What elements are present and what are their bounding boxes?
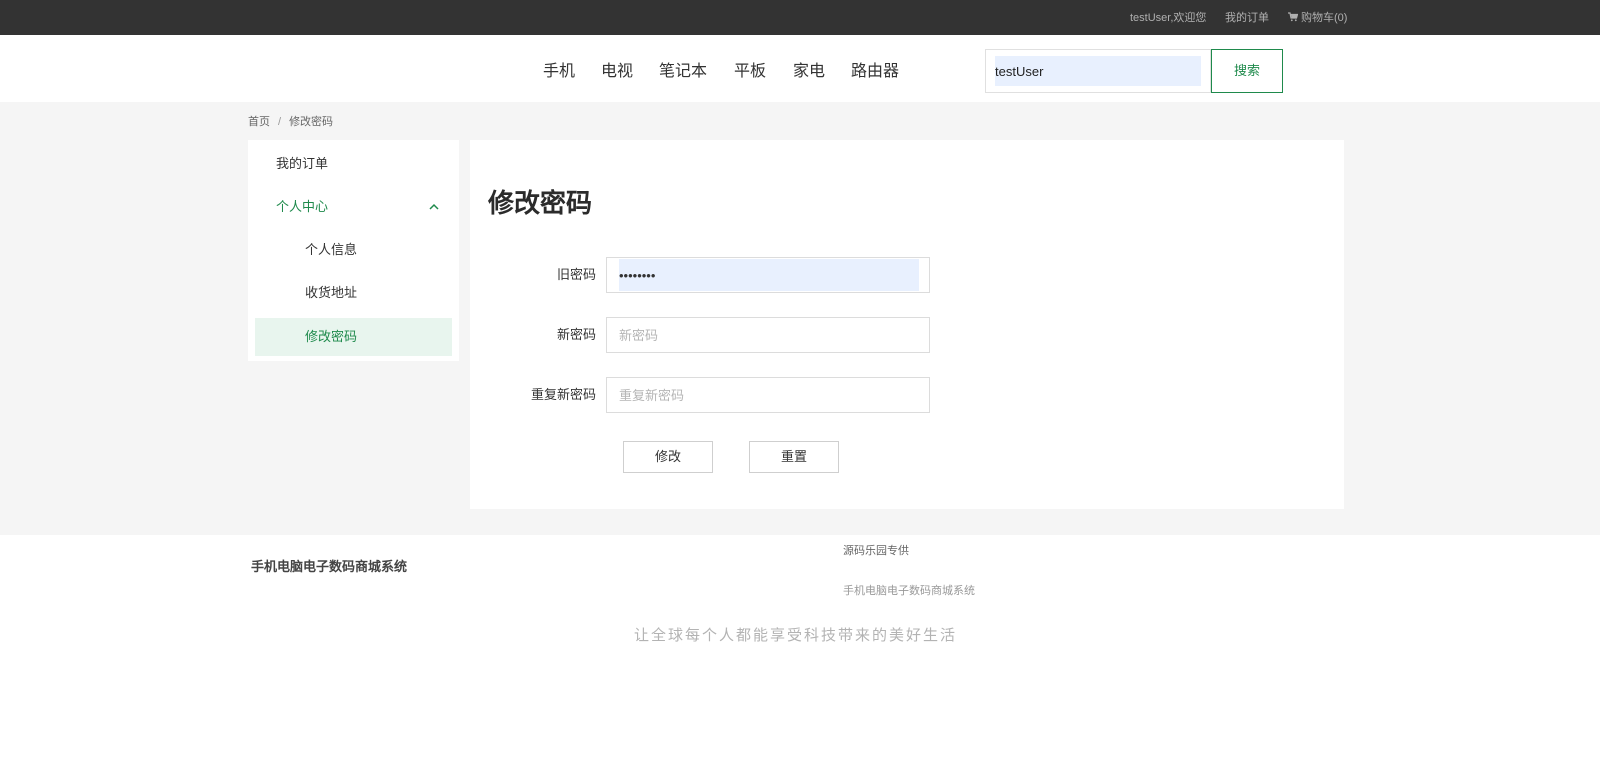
old-password-input[interactable] — [619, 259, 919, 291]
cart-link[interactable]: 购物车(0) — [1288, 11, 1347, 25]
sidebar-item-change-password[interactable]: 修改密码 — [305, 329, 357, 345]
page-title: 修改密码 — [488, 188, 593, 218]
breadcrumb-separator: / — [278, 116, 282, 128]
cart-icon — [1288, 12, 1298, 22]
breadcrumb-home[interactable]: 首页 — [248, 116, 270, 128]
sidebar-item-personal-center[interactable]: 个人中心 — [276, 199, 328, 215]
search-input[interactable] — [995, 56, 1201, 86]
footer-credit: 源码乐园专供 — [843, 545, 909, 557]
nav-item-tablet[interactable]: 平板 — [734, 62, 766, 82]
search-button[interactable]: 搜索 — [1211, 49, 1283, 93]
main-header: 手机 电视 笔记本 平板 家电 路由器 — [0, 35, 1600, 102]
submit-button[interactable]: 修改 — [623, 441, 713, 473]
new-password-label: 新密码 — [556, 327, 596, 342]
nav-item-phone[interactable]: 手机 — [543, 62, 575, 82]
nav-item-laptop[interactable]: 笔记本 — [659, 62, 707, 82]
welcome-text: testUser,欢迎您 — [1130, 12, 1207, 24]
repeat-password-label: 重复新密码 — [530, 387, 596, 402]
repeat-password-input[interactable] — [619, 379, 919, 411]
old-password-label: 旧密码 — [556, 267, 596, 282]
repeat-password-field-box — [606, 377, 930, 413]
chevron-up-icon[interactable] — [428, 202, 440, 212]
new-password-input[interactable] — [619, 319, 919, 351]
sidebar-item-orders[interactable]: 我的订单 — [276, 156, 328, 172]
footer-system-name: 手机电脑电子数码商城系统 — [843, 585, 975, 597]
reset-button[interactable]: 重置 — [749, 441, 839, 473]
cart-label: 购物车(0) — [1301, 12, 1348, 24]
new-password-field-box — [606, 317, 930, 353]
nav-item-router[interactable]: 路由器 — [851, 62, 899, 82]
breadcrumb: 首页 / 修改密码 — [248, 115, 333, 129]
nav-item-appliance[interactable]: 家电 — [793, 62, 825, 82]
breadcrumb-current: 修改密码 — [289, 116, 334, 128]
sidebar-item-profile[interactable]: 个人信息 — [305, 242, 357, 258]
footer-brand: 手机电脑电子数码商城系统 — [251, 559, 408, 574]
change-password-panel: 修改密码 旧密码 新密码 重复新密码 修改 重置 — [470, 140, 1344, 509]
nav-item-tv[interactable]: 电视 — [601, 62, 633, 82]
my-orders-link[interactable]: 我的订单 — [1225, 11, 1269, 25]
top-bar: testUser,欢迎您 我的订单 购物车(0) — [0, 0, 1600, 35]
sidebar-item-address[interactable]: 收货地址 — [305, 285, 357, 301]
search-box — [985, 49, 1211, 93]
sidebar-menu: 我的订单 个人中心 个人信息 收货地址 修改密码 — [248, 140, 459, 361]
old-password-field-box — [606, 257, 930, 293]
footer-slogan: 让全球每个人都能享受科技带来的美好生活 — [634, 626, 958, 644]
